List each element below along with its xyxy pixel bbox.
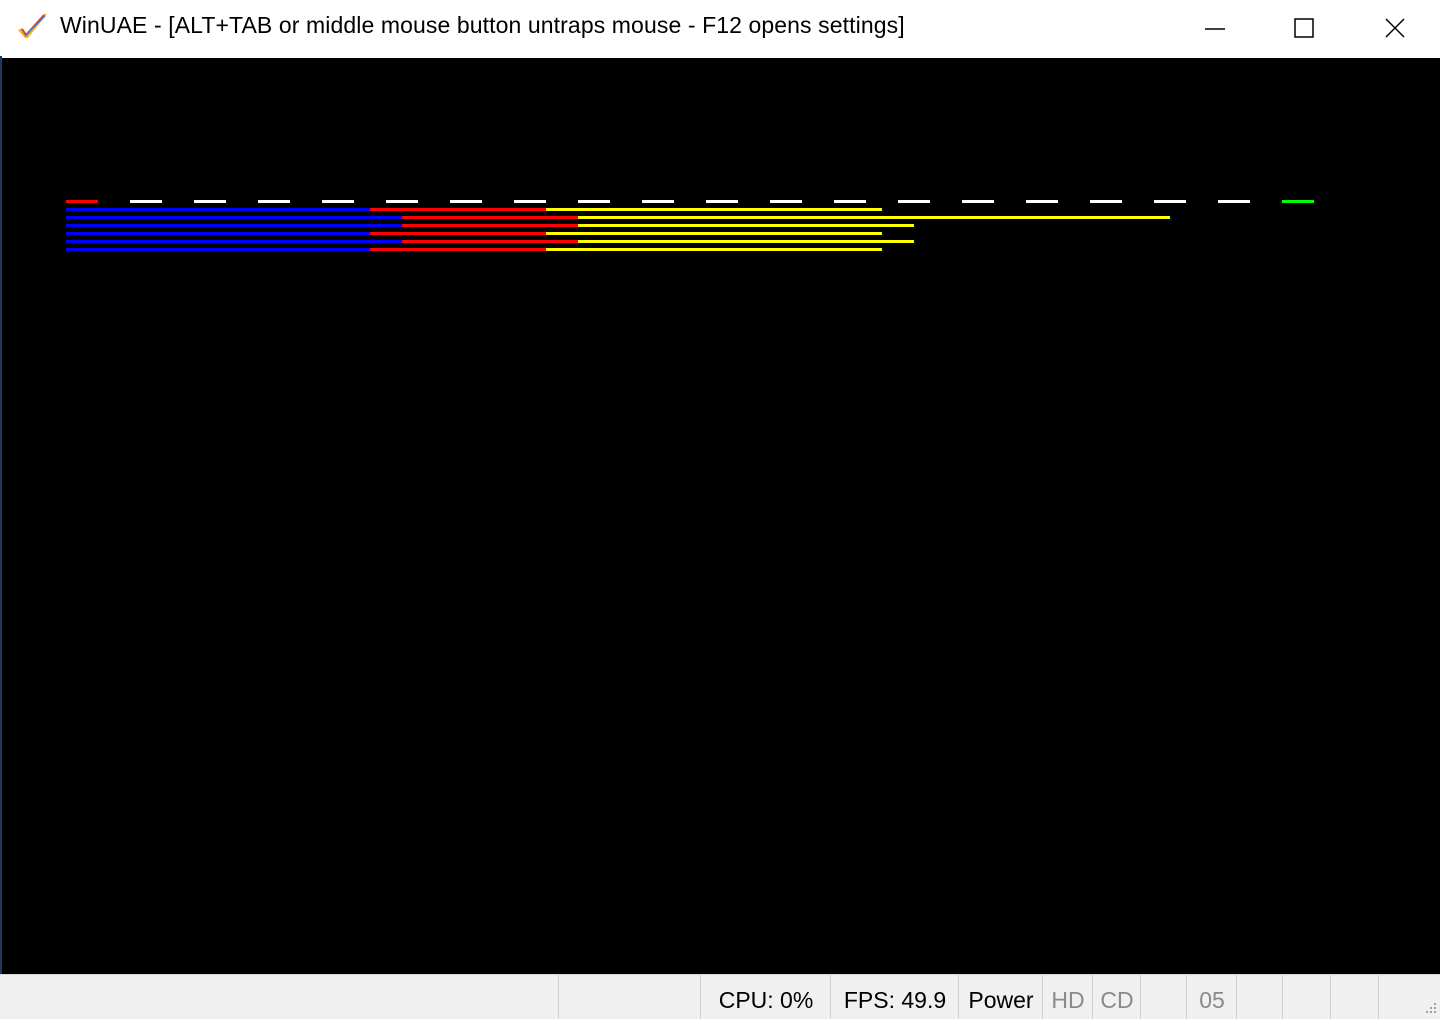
winuae-checkmark-icon xyxy=(18,14,47,38)
top-dash-white xyxy=(706,200,738,203)
top-dash-white xyxy=(834,200,866,203)
top-dash-white xyxy=(194,200,226,203)
minimize-button[interactable] xyxy=(1170,0,1260,56)
emulator-graphics xyxy=(66,200,1314,251)
emulator-display[interactable] xyxy=(2,58,1440,974)
yellow-bar xyxy=(546,232,882,235)
top-dash-white xyxy=(1218,200,1250,203)
drive-df2-status xyxy=(1282,975,1331,1019)
top-dash-white xyxy=(898,200,930,203)
cd-led: CD xyxy=(1092,975,1141,1019)
top-dash-white xyxy=(578,200,610,203)
blue-bar xyxy=(66,248,370,251)
top-dash-white xyxy=(386,200,418,203)
top-dash-white xyxy=(130,200,162,203)
top-dash-white xyxy=(514,200,546,203)
power-led: Power xyxy=(958,975,1043,1019)
blue-bar xyxy=(66,232,370,235)
fps-status: FPS: 49.9 xyxy=(830,975,959,1019)
top-dash-white xyxy=(322,200,354,203)
status-empty-cell xyxy=(558,975,701,1019)
drive-df1-status xyxy=(1236,975,1283,1019)
drive-df3-status xyxy=(1330,975,1379,1019)
top-dash-white xyxy=(642,200,674,203)
red-bar xyxy=(402,216,578,219)
blue-bar xyxy=(66,240,402,243)
top-dash-white xyxy=(1154,200,1186,203)
hd-led: HD xyxy=(1042,975,1093,1019)
top-marker-red xyxy=(66,200,98,203)
title-bar[interactable]: WinUAE - [ALT+TAB or middle mouse button… xyxy=(0,0,1440,56)
yellow-bar xyxy=(578,224,914,227)
top-dash-white xyxy=(258,200,290,203)
red-bar xyxy=(402,224,578,227)
drive-df0-status: 05 xyxy=(1186,975,1237,1019)
top-dash-white xyxy=(1026,200,1058,203)
blue-bar xyxy=(66,216,402,219)
yellow-bar xyxy=(546,248,882,251)
top-marker-green xyxy=(1282,200,1314,203)
red-bar xyxy=(402,240,578,243)
red-bar xyxy=(370,232,546,235)
blue-bar xyxy=(66,224,402,227)
red-bar xyxy=(370,208,546,211)
blue-bar xyxy=(66,208,370,211)
status-empty-cell xyxy=(1140,975,1187,1019)
top-dash-white xyxy=(962,200,994,203)
yellow-bar xyxy=(578,216,1170,219)
yellow-bar xyxy=(578,240,914,243)
maximize-icon xyxy=(1294,18,1314,38)
resize-grip-icon[interactable] xyxy=(1420,999,1438,1017)
cpu-status: CPU: 0% xyxy=(700,975,831,1019)
top-dash-white xyxy=(1090,200,1122,203)
top-dash-white xyxy=(770,200,802,203)
close-button[interactable] xyxy=(1350,0,1440,56)
top-dash-white xyxy=(450,200,482,203)
red-bar xyxy=(370,248,546,251)
window-title: WinUAE - [ALT+TAB or middle mouse button… xyxy=(60,12,905,38)
maximize-button[interactable] xyxy=(1259,0,1349,56)
minimize-icon xyxy=(1205,28,1225,30)
close-icon xyxy=(1385,18,1405,38)
yellow-bar xyxy=(546,208,882,211)
status-bar: CPU: 0% FPS: 49.9 Power HD CD 05 xyxy=(0,974,1440,1019)
